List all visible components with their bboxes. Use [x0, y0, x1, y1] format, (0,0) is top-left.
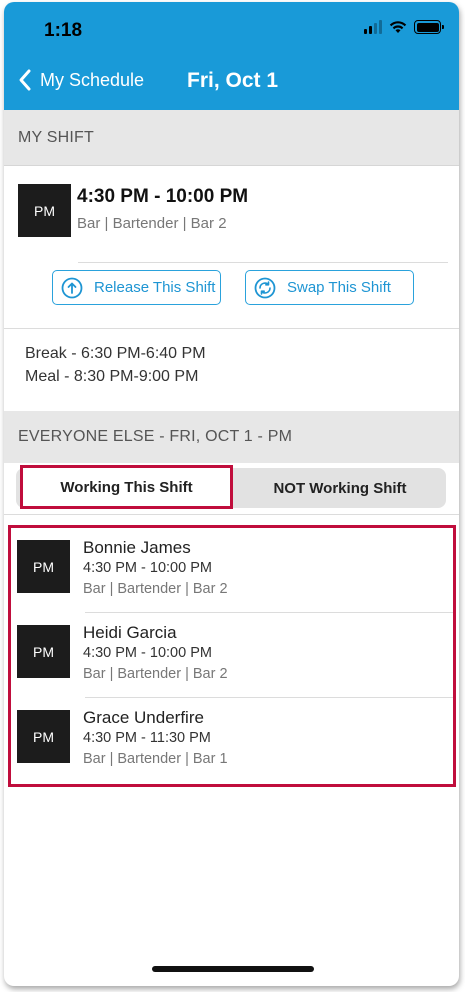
tab-not-working-shift[interactable]: NOT Working Shift — [237, 468, 443, 508]
break-info: Break - 6:30 PM-6:40 PM — [25, 345, 206, 362]
tab-working-this-shift[interactable]: Working This Shift — [20, 465, 233, 509]
page-title: Fri, Oct 1 — [187, 69, 279, 92]
person-name: Heidi Garcia — [83, 623, 177, 642]
coworker-list: PM Bonnie James 4:30 PM - 10:00 PM Bar |… — [8, 525, 456, 787]
cellular-signal-icon — [364, 20, 382, 34]
person-shift-detail: Bar | Bartender | Bar 2 — [83, 666, 228, 682]
my-shift-card: PM 4:30 PM - 10:00 PM Bar | Bartender | … — [4, 165, 459, 411]
list-item[interactable]: PM Heidi Garcia 4:30 PM - 10:00 PM Bar |… — [11, 613, 453, 697]
status-icons — [364, 20, 444, 34]
avatar: PM — [17, 710, 70, 763]
divider — [4, 514, 459, 515]
my-shift-header: MY SHIFT — [4, 110, 459, 165]
release-label: Release This Shift — [94, 279, 216, 296]
list-item[interactable]: PM Grace Underfire 4:30 PM - 11:30 PM Ba… — [11, 698, 453, 782]
meal-info: Meal - 8:30 PM-9:00 PM — [25, 368, 199, 385]
back-label: My Schedule — [40, 69, 145, 90]
person-shift-time: 4:30 PM - 11:30 PM — [83, 730, 211, 746]
avatar: PM — [18, 184, 71, 237]
person-name: Bonnie James — [83, 538, 191, 557]
shift-detail: Bar | Bartender | Bar 2 — [77, 215, 227, 232]
release-icon — [61, 277, 83, 298]
phone-screen: 1:18 My Schedule Fri, Oct 1 MY SHIFT PM … — [4, 2, 459, 986]
divider — [78, 262, 448, 263]
battery-icon — [414, 20, 444, 34]
release-shift-button[interactable]: Release This Shift — [52, 270, 221, 305]
home-indicator — [152, 966, 314, 972]
avatar: PM — [17, 625, 70, 678]
everyone-else-header: EVERYONE ELSE - FRI, OCT 1 - PM — [4, 411, 459, 463]
chevron-left-icon — [19, 69, 31, 91]
app-header: 1:18 My Schedule Fri, Oct 1 — [4, 2, 459, 110]
list-item[interactable]: PM Bonnie James 4:30 PM - 10:00 PM Bar |… — [11, 528, 453, 612]
person-name: Grace Underfire — [83, 708, 204, 727]
swap-icon — [254, 277, 276, 298]
avatar: PM — [17, 540, 70, 593]
back-button[interactable]: My Schedule — [16, 68, 144, 92]
shift-time: 4:30 PM - 10:00 PM — [77, 186, 249, 207]
swap-shift-button[interactable]: Swap This Shift — [245, 270, 414, 305]
swap-label: Swap This Shift — [287, 279, 391, 296]
segmented-control: Working This Shift NOT Working Shift — [16, 465, 446, 509]
person-shift-time: 4:30 PM - 10:00 PM — [83, 645, 212, 661]
status-time: 1:18 — [44, 20, 83, 41]
person-shift-detail: Bar | Bartender | Bar 1 — [83, 751, 228, 767]
person-shift-time: 4:30 PM - 10:00 PM — [83, 560, 212, 576]
divider — [4, 328, 459, 329]
wifi-icon — [389, 21, 407, 33]
person-shift-detail: Bar | Bartender | Bar 2 — [83, 581, 228, 597]
